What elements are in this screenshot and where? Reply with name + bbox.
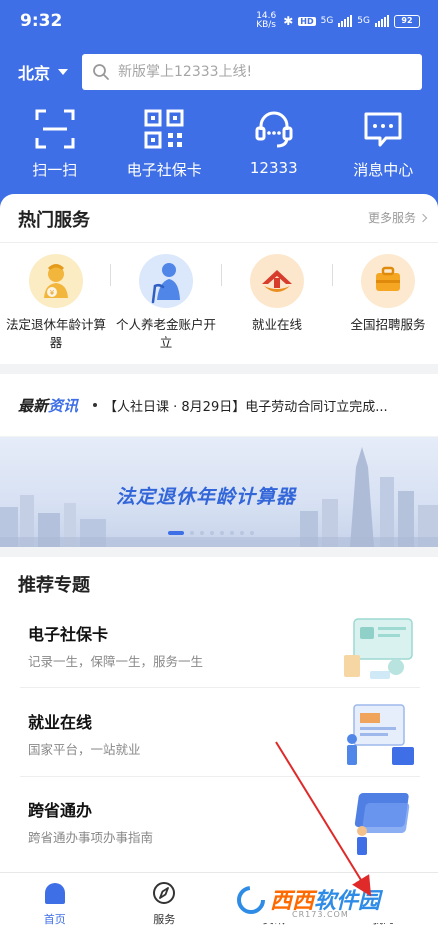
recommend-title: 推荐专题 — [18, 575, 90, 596]
recommend-item-subtitle: 国家平台，一站就业 — [28, 742, 141, 757]
caret-down-icon — [58, 69, 69, 75]
recommend-item-employment[interactable]: 就业在线 国家平台，一站就业 — [20, 697, 420, 785]
recommend-item-title: 跨省通办 — [28, 801, 93, 820]
top-bar: 北京 — [0, 52, 438, 92]
message-icon — [364, 112, 402, 147]
net-speed: 14.6 KB/s — [256, 11, 277, 30]
more-services-link[interactable]: 更多服务 — [367, 209, 428, 226]
quick-action-label: 12333 — [249, 159, 298, 177]
svg-text:¥: ¥ — [50, 289, 55, 297]
signal-icon-2 — [375, 15, 389, 27]
hot-services-card: 热门服务 更多服务 ¥ 法定退休年龄计算器 个人养老金账户开立 就业在线 全国招… — [0, 194, 438, 364]
divider — [0, 242, 438, 243]
carousel-dot[interactable] — [220, 531, 224, 535]
recommend-item-cross-province[interactable]: 跨省通办 跨省通办事项办事指南 — [20, 785, 420, 873]
social-card-illustration — [344, 618, 413, 679]
scan-icon — [35, 109, 75, 149]
carousel-dot[interactable] — [240, 531, 244, 535]
more-services-label: 更多服务 — [367, 211, 416, 225]
promo-banner[interactable]: 法定退休年龄计算器 — [0, 437, 438, 547]
status-icons: 14.6 KB/s ✱ HD 5G 5G 92 — [256, 12, 420, 30]
recommend-item-subtitle: 记录一生，保障一生，服务一生 — [28, 654, 204, 669]
news-ticker[interactable]: 最新资讯 【人社日课 · 8月29日】电子劳动合同订立完成... — [0, 374, 438, 436]
hot-services-title: 热门服务 — [18, 210, 90, 231]
divider — [20, 776, 420, 777]
recommend-item-subtitle: 跨省通办事项办事指南 — [28, 830, 154, 845]
recommend-item-title: 就业在线 — [28, 713, 93, 732]
watermark-emblem-icon — [237, 886, 265, 914]
divider — [20, 687, 420, 688]
cross-province-illustration — [354, 793, 410, 855]
header: 9:32 14.6 KB/s ✱ HD 5G 5G 92 北京 新版掌上1233… — [0, 0, 438, 215]
search-bar[interactable] — [82, 54, 422, 90]
nav-label: 服务 — [153, 913, 176, 926]
service-label: 法定退休年龄计算器 — [5, 317, 106, 350]
recruitment-icon — [361, 254, 415, 308]
news-tag-a: 最新 — [18, 397, 49, 415]
city-label: 北京 — [18, 64, 51, 83]
quick-action-scan[interactable]: 扫一扫 — [0, 108, 110, 188]
carousel-dot[interactable] — [230, 531, 234, 535]
signal-icon — [338, 15, 353, 27]
service-label: 个人养老金账户开立 — [115, 317, 216, 350]
nav-home[interactable]: 首页 — [0, 873, 110, 931]
employment-icon — [250, 254, 304, 308]
compass-icon — [153, 882, 176, 904]
employment-illustration — [347, 704, 414, 765]
chevron-right-icon — [418, 213, 428, 222]
carousel-dot[interactable] — [190, 531, 194, 535]
status-bar: 9:32 14.6 KB/s ✱ HD 5G 5G 92 — [0, 0, 438, 40]
news-tag-b: 资讯 — [48, 397, 79, 415]
recommend-item-social-card[interactable]: 电子社保卡 记录一生，保障一生，服务一生 — [20, 609, 420, 697]
quick-action-hotline[interactable]: 12333 — [219, 108, 329, 188]
quick-action-social-card[interactable]: 电子社保卡 — [110, 108, 220, 188]
city-selector[interactable]: 北京 — [18, 60, 69, 84]
banner-title: 法定退休年龄计算器 — [116, 486, 297, 508]
service-employment[interactable]: 就业在线 — [222, 254, 332, 334]
service-label: 全国招聘服务 — [350, 317, 426, 332]
quick-action-label: 电子社保卡 — [126, 161, 202, 179]
nav-label: 首页 — [43, 913, 66, 926]
hd-badge: HD — [298, 16, 316, 26]
bluetooth-icon: ✱ — [283, 14, 294, 28]
news-headline[interactable]: 【人社日课 · 8月29日】电子劳动合同订立完成... — [104, 396, 424, 415]
signal-label-2: 5G — [357, 16, 370, 26]
search-input[interactable] — [118, 64, 408, 80]
service-pension-account[interactable]: 个人养老金账户开立 — [111, 254, 221, 352]
signal-label-1: 5G — [320, 16, 334, 26]
bullet-icon — [93, 403, 97, 407]
search-icon — [93, 64, 109, 80]
quick-action-messages[interactable]: 消息中心 — [329, 108, 438, 188]
battery-icon: 92 — [394, 14, 420, 28]
quick-action-label: 扫一扫 — [32, 161, 78, 179]
nav-services[interactable]: 服务 — [110, 873, 220, 931]
qr-code-icon — [144, 109, 184, 149]
home-icon — [44, 883, 65, 904]
quick-action-label: 消息中心 — [353, 161, 414, 179]
watermark-logo: 西西软件园 CR173.COM — [232, 879, 418, 923]
carousel-dots[interactable] — [168, 531, 254, 535]
service-recruitment[interactable]: 全国招聘服务 — [333, 254, 438, 334]
carousel-dot[interactable] — [168, 531, 184, 535]
headset-icon — [255, 111, 293, 148]
carousel-dot[interactable] — [210, 531, 214, 535]
carousel-dot[interactable] — [200, 531, 204, 535]
quick-actions: 扫一扫 电子社保卡 12333 消息中心 — [0, 108, 438, 188]
carousel-dot[interactable] — [250, 531, 254, 535]
pension-account-icon — [139, 254, 193, 308]
recommend-card: 推荐专题 电子社保卡 记录一生，保障一生，服务一生 就业在线 国家平台，一站就业 — [0, 557, 438, 877]
watermark-url: CR173.COM — [292, 910, 349, 919]
service-label: 就业在线 — [251, 317, 302, 332]
news-tag: 最新资讯 — [18, 395, 78, 416]
status-time: 9:32 — [20, 11, 63, 31]
recommend-item-title: 电子社保卡 — [28, 625, 109, 644]
service-retirement-calculator[interactable]: ¥ 法定退休年龄计算器 — [1, 254, 111, 352]
retirement-calculator-icon: ¥ — [29, 254, 83, 308]
